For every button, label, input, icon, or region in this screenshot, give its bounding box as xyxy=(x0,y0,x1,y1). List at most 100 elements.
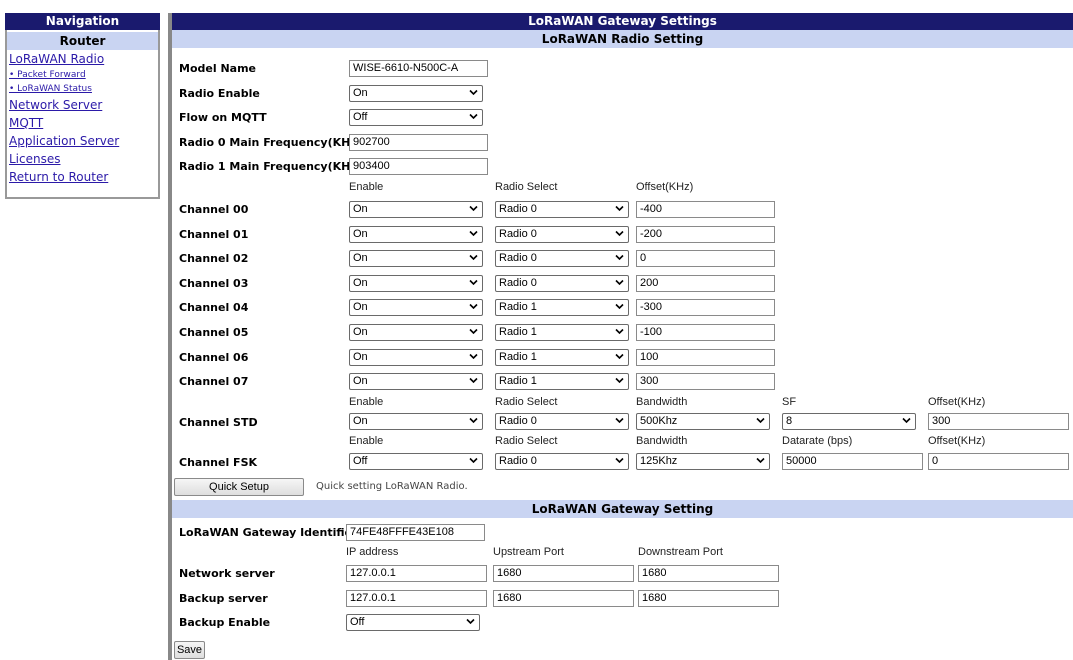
channel-01-radio-select[interactable]: Radio 0 xyxy=(495,226,629,243)
radio0-frequency-field[interactable]: 902700 xyxy=(349,134,488,151)
channel-std-offset-field[interactable]: 300 xyxy=(928,413,1069,430)
channel-fsk-bandwidth-select[interactable]: 125Khz xyxy=(636,453,770,470)
channel-02-offset-field-value: 0 xyxy=(640,252,647,264)
channel-07-enable-select[interactable]: On xyxy=(349,373,483,390)
backup-server-upstream-field-value: 1680 xyxy=(497,592,522,604)
channel-00-label: Channel 00 xyxy=(179,203,249,216)
channel-01-enable-select[interactable]: On xyxy=(349,226,483,243)
std-column-bandwidth: Bandwidth xyxy=(636,396,688,408)
channel-06-offset-field[interactable]: 100 xyxy=(636,349,775,366)
channel-04-enable-select-value: On xyxy=(353,301,368,313)
network-server-ip-field[interactable]: 127.0.0.1 xyxy=(346,565,487,582)
column-ip-address: IP address xyxy=(346,546,399,558)
nav-link-mqtt[interactable]: MQTT xyxy=(7,114,158,132)
channel-05-offset-field[interactable]: -100 xyxy=(636,324,775,341)
channel-07-enable-select-value: On xyxy=(353,375,368,387)
channel-04-label: Channel 04 xyxy=(179,301,249,314)
chevron-down-icon xyxy=(615,350,624,365)
quick-setup-button[interactable]: Quick Setup xyxy=(174,478,304,496)
channel-fsk-offset-field-value: 0 xyxy=(932,455,939,467)
router-subheader: Router xyxy=(7,32,158,50)
navigation-panel: Navigation Router LoRaWAN Radio • Packet … xyxy=(5,13,160,199)
chevron-down-icon xyxy=(902,414,911,429)
chevron-down-icon xyxy=(466,615,475,630)
chevron-down-icon xyxy=(469,202,478,217)
network-server-label: Network server xyxy=(179,567,275,580)
nav-link-network-server[interactable]: Network Server xyxy=(7,96,158,114)
channel-00-radio-select[interactable]: Radio 0 xyxy=(495,201,629,218)
nav-link-lorawan-status[interactable]: • LoRaWAN Status xyxy=(7,82,158,96)
backup-server-downstream-field[interactable]: 1680 xyxy=(638,590,779,607)
channel-04-offset-field[interactable]: -300 xyxy=(636,299,775,316)
channel-04-radio-select[interactable]: Radio 1 xyxy=(495,299,629,316)
gateway-identifier-field[interactable]: 74FE48FFFE43E108 xyxy=(346,524,485,541)
network-server-downstream-field[interactable]: 1680 xyxy=(638,565,779,582)
channel-std-sf-select-value: 8 xyxy=(786,415,793,427)
settings-form: Model Name WISE-6610-N500C-A Radio Enable O… xyxy=(172,13,1073,660)
std-column-sf: SF xyxy=(782,396,797,408)
channel-01-offset-field[interactable]: -200 xyxy=(636,226,775,243)
nav-links: LoRaWAN Radio • Packet Forward • LoRaWAN S… xyxy=(7,50,158,186)
nav-link-return-to-router[interactable]: Return to Router xyxy=(7,168,158,186)
chevron-down-icon xyxy=(615,325,624,340)
network-server-ip-field-value: 127.0.0.1 xyxy=(350,567,396,579)
channel-00-offset-field[interactable]: -400 xyxy=(636,201,775,218)
channel-05-radio-select-value: Radio 1 xyxy=(499,326,537,338)
column-offset: Offset(KHz) xyxy=(636,181,694,193)
model-name-field[interactable]: WISE-6610-N500C-A xyxy=(349,60,488,77)
backup-server-ip-field-value: 127.0.0.1 xyxy=(350,592,396,604)
channel-05-enable-select[interactable]: On xyxy=(349,324,483,341)
quick-setup-note: Quick setting LoRaWAN Radio. xyxy=(316,481,468,492)
channel-01-enable-select-value: On xyxy=(353,228,368,240)
save-button[interactable]: Save xyxy=(174,641,205,659)
channel-std-bandwidth-select[interactable]: 500Khz xyxy=(636,413,770,430)
channel-std-sf-select[interactable]: 8 xyxy=(782,413,916,430)
channel-03-label: Channel 03 xyxy=(179,277,249,290)
channel-03-enable-select[interactable]: On xyxy=(349,275,483,292)
channel-06-radio-select[interactable]: Radio 1 xyxy=(495,349,629,366)
main-panel: LoRaWAN Gateway Settings LoRaWAN Radio S… xyxy=(168,13,1073,660)
channel-03-offset-field[interactable]: 200 xyxy=(636,275,775,292)
channel-00-radio-select-value: Radio 0 xyxy=(499,203,537,215)
channel-02-radio-select[interactable]: Radio 0 xyxy=(495,250,629,267)
chevron-down-icon xyxy=(469,86,478,101)
column-upstream-port: Upstream Port xyxy=(493,546,564,558)
channel-04-enable-select[interactable]: On xyxy=(349,299,483,316)
channel-fsk-offset-field[interactable]: 0 xyxy=(928,453,1069,470)
nav-link-application-server[interactable]: Application Server xyxy=(7,132,158,150)
network-server-upstream-field[interactable]: 1680 xyxy=(493,565,634,582)
backup-server-ip-field[interactable]: 127.0.0.1 xyxy=(346,590,487,607)
channel-fsk-datarate-field[interactable]: 50000 xyxy=(782,453,923,470)
radio-enable-select[interactable]: On xyxy=(349,85,483,102)
network-server-downstream-field-value: 1680 xyxy=(642,567,667,579)
channel-02-enable-select[interactable]: On xyxy=(349,250,483,267)
channel-fsk-enable-select[interactable]: Off xyxy=(349,453,483,470)
flow-mqtt-select[interactable]: Off xyxy=(349,109,483,126)
channel-06-enable-select[interactable]: On xyxy=(349,349,483,366)
channel-std-enable-select[interactable]: On xyxy=(349,413,483,430)
channel-04-radio-select-value: Radio 1 xyxy=(499,301,537,313)
chevron-down-icon xyxy=(615,251,624,266)
radio1-frequency-field[interactable]: 903400 xyxy=(349,158,488,175)
chevron-down-icon xyxy=(469,300,478,315)
chevron-down-icon xyxy=(469,454,478,469)
nav-link-licenses[interactable]: Licenses xyxy=(7,150,158,168)
channel-02-enable-select-value: On xyxy=(353,252,368,264)
backup-enable-select[interactable]: Off xyxy=(346,614,480,631)
channel-02-offset-field[interactable]: 0 xyxy=(636,250,775,267)
flow-mqtt-label: Flow on MQTT xyxy=(179,111,267,124)
backup-server-downstream-field-value: 1680 xyxy=(642,592,667,604)
channel-05-radio-select[interactable]: Radio 1 xyxy=(495,324,629,341)
radio0-frequency-label: Radio 0 Main Frequency(KHz) xyxy=(179,136,362,149)
nav-link-packet-forward[interactable]: • Packet Forward xyxy=(7,68,158,82)
channel-03-radio-select[interactable]: Radio 0 xyxy=(495,275,629,292)
channel-07-offset-field[interactable]: 300 xyxy=(636,373,775,390)
chevron-down-icon xyxy=(615,374,624,389)
channel-06-radio-select-value: Radio 1 xyxy=(499,351,537,363)
channel-fsk-radio-select[interactable]: Radio 0 xyxy=(495,453,629,470)
backup-server-upstream-field[interactable]: 1680 xyxy=(493,590,634,607)
nav-link-lorawan-radio[interactable]: LoRaWAN Radio xyxy=(7,50,158,68)
channel-07-radio-select[interactable]: Radio 1 xyxy=(495,373,629,390)
channel-std-radio-select[interactable]: Radio 0 xyxy=(495,413,629,430)
channel-00-enable-select[interactable]: On xyxy=(349,201,483,218)
